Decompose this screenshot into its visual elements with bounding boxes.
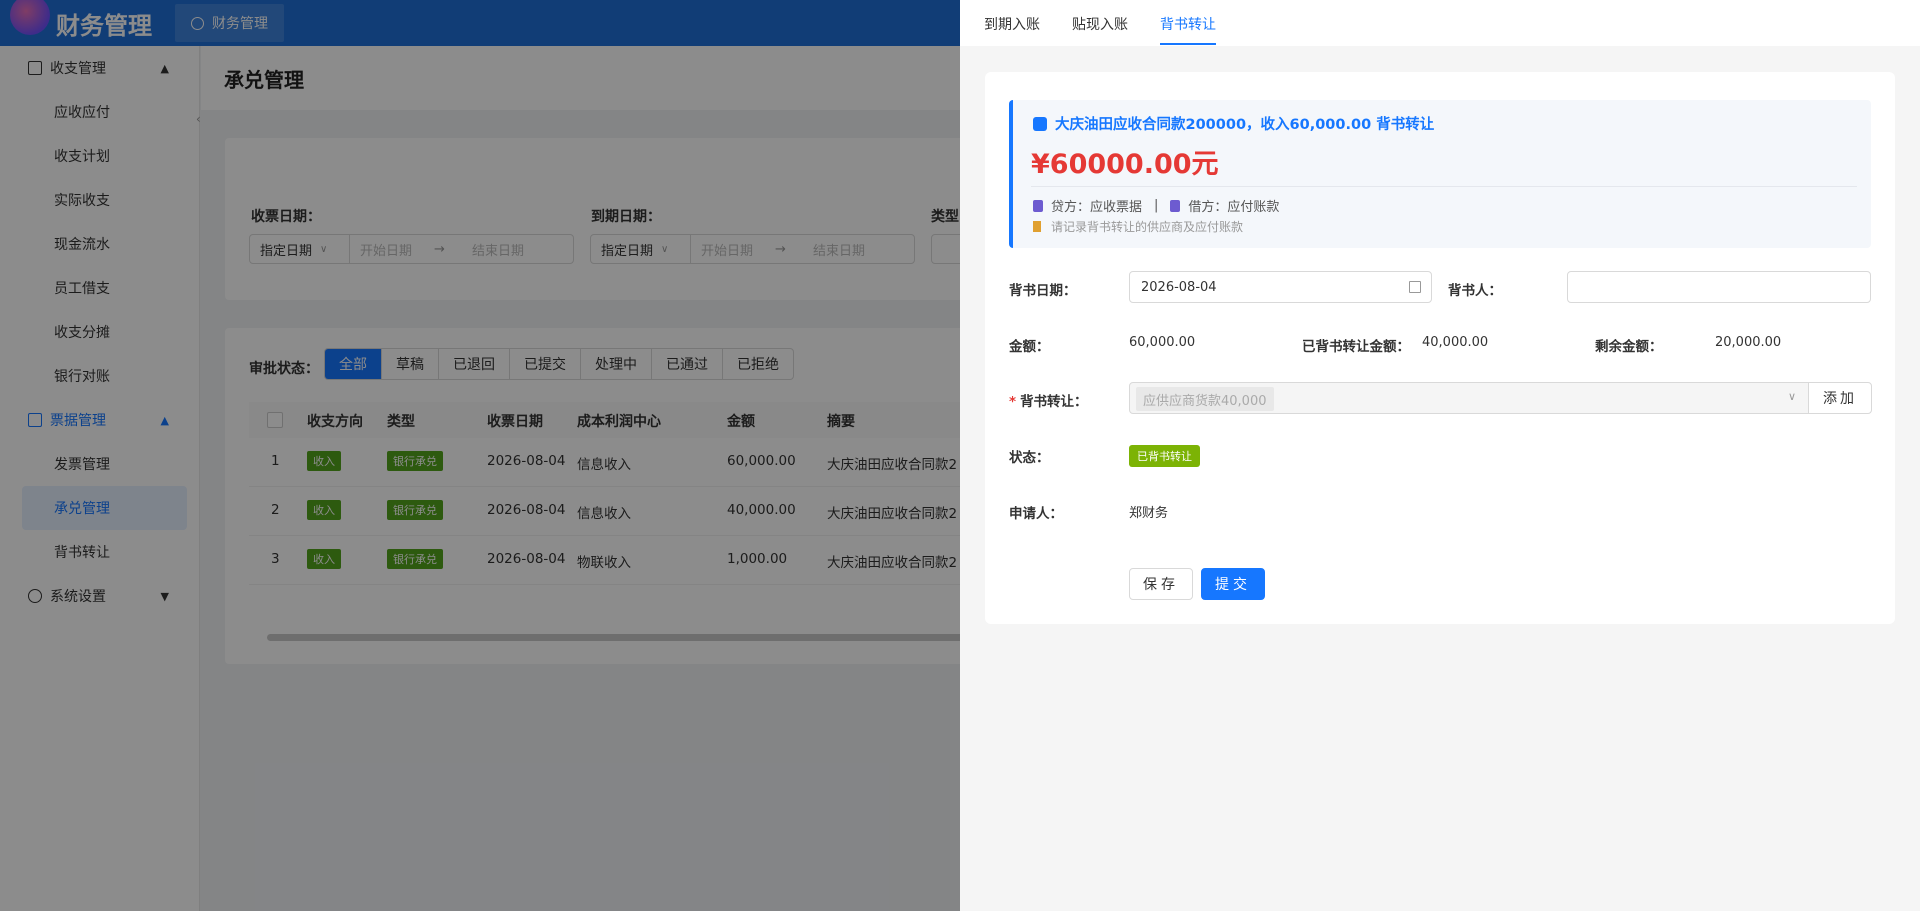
active-tab-indicator xyxy=(1160,43,1216,45)
bill-amount: ¥60000.00元 xyxy=(1031,149,1219,180)
status-badge: 已背书转让 xyxy=(1129,445,1200,467)
add-button[interactable]: 添加 xyxy=(1808,382,1872,414)
bill-info-box: 大庆油田应收合同款200000，收入60,000.00 背书转让 ¥60000.… xyxy=(1009,100,1871,248)
debit-entry: 借方：应付账款 xyxy=(1188,200,1280,215)
bill-title-text: 大庆油田应收合同款200000，收入60,000.00 背书转让 xyxy=(1055,117,1435,133)
form-hint: 请记录背书转让的供应商及应付账款 xyxy=(1033,218,1243,235)
tab-discount-posting[interactable]: 贴现入账 xyxy=(1072,14,1128,34)
divider xyxy=(1031,186,1857,187)
entry-separator: | xyxy=(1154,198,1159,213)
endorser-label: 背书人： xyxy=(1448,283,1502,299)
calendar-icon xyxy=(1409,281,1421,293)
chevron-down-icon: ∨ xyxy=(1787,390,1796,403)
amount-value: 60,000.00 xyxy=(1129,335,1196,350)
accounting-entries: 贷方：应收票据 | 借方：应付账款 xyxy=(1033,196,1279,215)
endorsement-drawer: 到期入账 贴现入账 背书转让 大庆油田应收合同款200000，收入60,000.… xyxy=(960,0,1920,911)
save-button[interactable]: 保存 xyxy=(1129,568,1193,600)
endorser-input[interactable] xyxy=(1567,271,1871,303)
endorse-date-label: 背书日期： xyxy=(1009,283,1077,299)
supplier-payable-select[interactable]: 应供应商货款40,000 ∨ xyxy=(1129,382,1809,414)
endorse-date-value: 2026-08-04 xyxy=(1141,279,1217,295)
endorse-date-picker[interactable]: 2026-08-04 xyxy=(1129,271,1432,303)
drawer-tabs: 到期入账 贴现入账 背书转让 xyxy=(960,0,1920,46)
bill-info-title: 大庆油田应收合同款200000，收入60,000.00 背书转让 xyxy=(1033,113,1434,134)
status-label: 状态： xyxy=(1009,450,1050,466)
tab-due-posting[interactable]: 到期入账 xyxy=(984,14,1040,34)
applicant-label: 申请人： xyxy=(1009,506,1063,522)
transferred-amount-label: 已背书转让金额： xyxy=(1302,339,1410,355)
hourglass-icon xyxy=(1033,221,1041,232)
remaining-amount-label: 剩余金额： xyxy=(1595,339,1663,355)
transfer-icon xyxy=(1033,116,1047,131)
amount-label: 金额： xyxy=(1009,339,1050,355)
selected-payable-chip: 应供应商货款40,000 xyxy=(1136,387,1274,411)
drawer-mask[interactable] xyxy=(0,0,960,911)
submit-button[interactable]: 提交 xyxy=(1201,568,1265,600)
endorsement-form-card: 大庆油田应收合同款200000，收入60,000.00 背书转让 ¥60000.… xyxy=(985,72,1895,624)
transferred-amount-value: 40,000.00 xyxy=(1422,335,1489,350)
book-icon xyxy=(1033,199,1043,212)
tab-endorsement[interactable]: 背书转让 xyxy=(1160,14,1216,34)
endorse-transfer-label: * 背书转让： xyxy=(1009,394,1088,410)
book-icon xyxy=(1170,199,1181,212)
applicant-value: 郑财务 xyxy=(1129,506,1169,521)
remaining-amount-value: 20,000.00 xyxy=(1715,335,1782,350)
hint-text: 请记录背书转让的供应商及应付账款 xyxy=(1051,220,1244,234)
credit-entry: 贷方：应收票据 xyxy=(1051,200,1143,215)
